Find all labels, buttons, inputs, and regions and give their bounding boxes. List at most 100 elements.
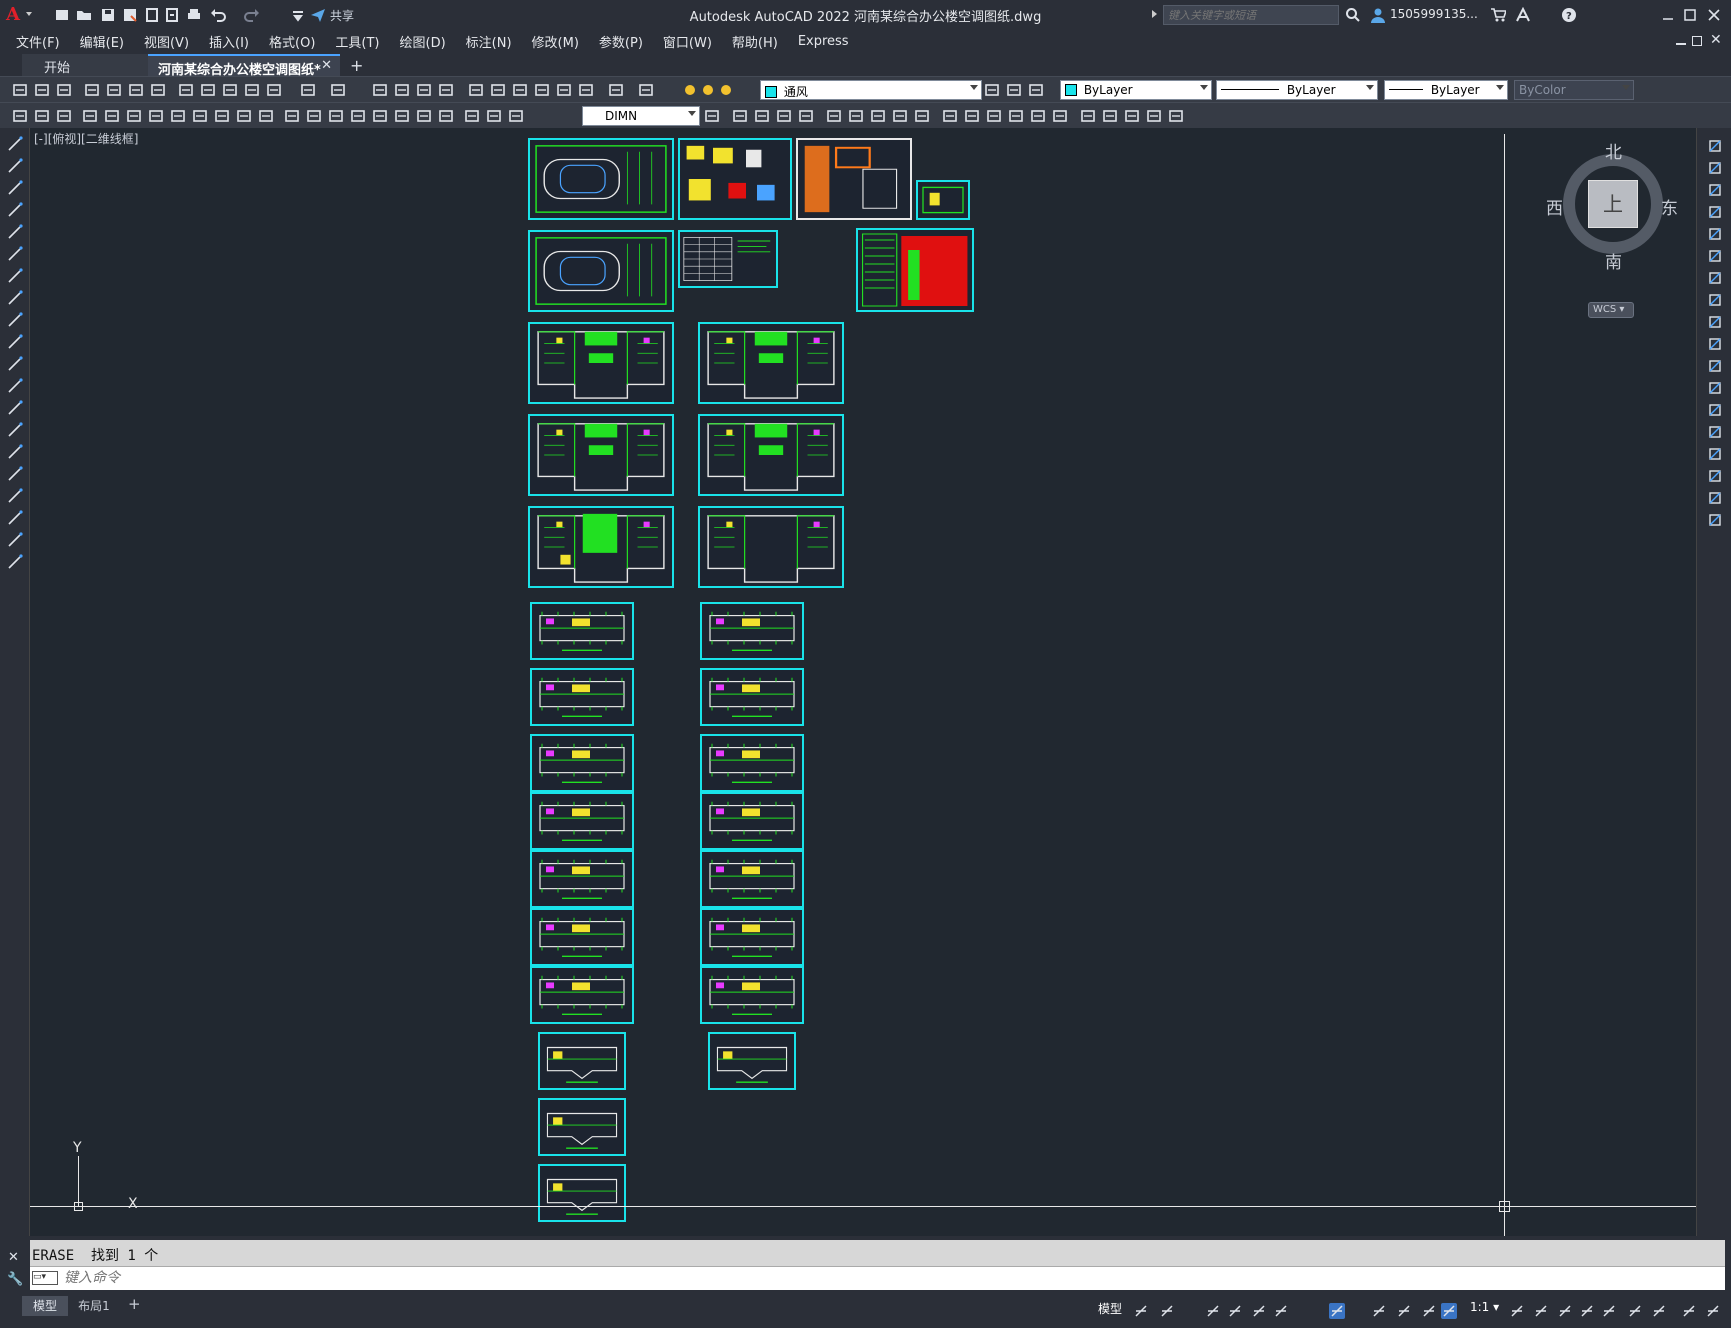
move-icon[interactable]: [1707, 248, 1723, 264]
continue-icon[interactable]: [306, 108, 322, 124]
drawing-sheet[interactable]: [530, 908, 634, 966]
cut-icon[interactable]: [178, 82, 194, 98]
clean-screen-icon[interactable]: [1680, 1302, 1698, 1320]
dimstyle-manager-icon[interactable]: [704, 108, 720, 124]
drawing-sheet[interactable]: [700, 602, 804, 660]
array-icon[interactable]: [1707, 226, 1723, 242]
viewport-label[interactable]: [-][俯视][二维线框]: [34, 130, 138, 147]
break-icon[interactable]: [1707, 402, 1723, 418]
annotation-scale[interactable]: 1:1 ▾: [1470, 1300, 1499, 1314]
aligned-dim-icon[interactable]: [104, 108, 120, 124]
arc-icon[interactable]: [7, 246, 23, 262]
drawing-sheet[interactable]: [700, 668, 804, 726]
polar-icon[interactable]: [1226, 1302, 1244, 1320]
properties-icon[interactable]: [468, 82, 484, 98]
rectangle-icon[interactable]: [7, 224, 23, 240]
doc-restore-icon[interactable]: [1692, 36, 1702, 46]
app-menu-button[interactable]: A: [6, 4, 34, 26]
drawing-sheet[interactable]: [698, 414, 844, 496]
customize-command-icon[interactable]: 🔧: [7, 1272, 23, 1287]
jogged-linear-icon[interactable]: [438, 108, 454, 124]
drawing-sheet[interactable]: [678, 230, 778, 288]
plot-icon[interactable]: [84, 82, 100, 98]
drawing-sheet[interactable]: [700, 908, 804, 966]
arc-length-icon[interactable]: [126, 108, 142, 124]
stack-icon[interactable]: [776, 108, 792, 124]
open-icon[interactable]: [76, 7, 92, 23]
drawing-sheet[interactable]: [530, 668, 634, 726]
qnew-icon[interactable]: [12, 82, 28, 98]
lock-ui-icon[interactable]: [1600, 1302, 1618, 1320]
menu-modify[interactable]: 修改(M): [522, 32, 589, 51]
trim-icon[interactable]: [1707, 336, 1723, 352]
transparency-icon[interactable]: [1395, 1302, 1413, 1320]
extend-icon[interactable]: [1707, 358, 1723, 374]
menu-window[interactable]: 窗口(W): [653, 32, 722, 51]
drawing-canvas[interactable]: [-][俯视][二维线框] Y X 上 北 南 西 东 WCS ▾: [30, 128, 1696, 1236]
snap-icon[interactable]: [1158, 1302, 1176, 1320]
workspace-gear-icon[interactable]: [1508, 1302, 1526, 1320]
tab-model[interactable]: 模型: [22, 1296, 68, 1316]
image-icon[interactable]: [1124, 108, 1140, 124]
menu-view[interactable]: 视图(V): [134, 32, 199, 51]
spline-icon[interactable]: [7, 312, 23, 328]
baseline-icon[interactable]: [284, 108, 300, 124]
publish-icon[interactable]: [128, 82, 144, 98]
hardware-accel-icon[interactable]: [1650, 1302, 1668, 1320]
ref-remove-icon[interactable]: [848, 108, 864, 124]
undo-icon[interactable]: [300, 82, 316, 98]
ortho-icon[interactable]: [1204, 1302, 1222, 1320]
linear-dim-icon[interactable]: [82, 108, 98, 124]
lineweight-display-icon[interactable]: [1370, 1302, 1388, 1320]
viewcube-north[interactable]: 北: [1605, 138, 1622, 163]
drawing-sheet[interactable]: [528, 322, 674, 404]
layer-dropdown[interactable]: 通风: [760, 80, 982, 100]
drawing-sheet[interactable]: [856, 228, 974, 312]
tab-start[interactable]: 开始: [22, 54, 148, 76]
chamfer-icon[interactable]: [1707, 446, 1723, 462]
close-icon[interactable]: [1706, 7, 1722, 23]
radius-icon[interactable]: [170, 108, 186, 124]
layer-on-icon[interactable]: [682, 82, 698, 98]
diameter-icon[interactable]: [214, 108, 230, 124]
cart-icon[interactable]: [1490, 7, 1508, 23]
redo-icon[interactable]: [244, 7, 260, 23]
annotation-visibility-icon[interactable]: [1440, 1302, 1458, 1320]
layer-freeze-icon[interactable]: [700, 82, 716, 98]
ungroup-icon[interactable]: [56, 108, 72, 124]
rotate-icon[interactable]: [1707, 270, 1723, 286]
new-tab-button[interactable]: +: [350, 56, 363, 75]
object-snap-icon[interactable]: [1328, 1302, 1346, 1320]
menu-help[interactable]: 帮助(H): [722, 32, 788, 51]
ref-add-icon[interactable]: [826, 108, 842, 124]
quick-properties-icon[interactable]: [1578, 1302, 1596, 1320]
search-input[interactable]: [1163, 5, 1339, 25]
drawing-sheet[interactable]: [700, 734, 804, 792]
drawing-sheet[interactable]: [700, 850, 804, 908]
offset-icon[interactable]: [1707, 204, 1723, 220]
tab-document[interactable]: 河南某综合办公楼空调图纸* ✕: [148, 54, 340, 78]
draworder-above-icon[interactable]: [964, 108, 980, 124]
sheet-set-icon[interactable]: [534, 82, 550, 98]
tolerance-icon[interactable]: [372, 108, 388, 124]
minimize-icon[interactable]: [1660, 7, 1676, 23]
lineweight-dropdown[interactable]: ByLayer: [1384, 80, 1508, 100]
zoom-previous-icon[interactable]: [438, 82, 454, 98]
isodraft-icon[interactable]: [1250, 1302, 1268, 1320]
redo-icon[interactable]: [330, 82, 346, 98]
customize-icon[interactable]: [1704, 1302, 1722, 1320]
join-icon[interactable]: [1707, 424, 1723, 440]
user-icon[interactable]: [1370, 7, 1386, 23]
recent-commands-icon[interactable]: ▭▾: [32, 1271, 58, 1285]
draworder-back-icon[interactable]: [942, 108, 958, 124]
viewcube-south[interactable]: 南: [1605, 248, 1622, 273]
ellipse-icon[interactable]: [7, 334, 23, 350]
layer-properties-icon[interactable]: [638, 82, 654, 98]
layer-previous-icon[interactable]: [1028, 82, 1044, 98]
drawing-sheet[interactable]: [528, 414, 674, 496]
copy-icon[interactable]: [200, 82, 216, 98]
undo-icon[interactable]: [210, 7, 226, 23]
xref-icon[interactable]: [1080, 108, 1096, 124]
point-icon[interactable]: [7, 422, 23, 438]
drawing-sheet[interactable]: [528, 506, 674, 588]
